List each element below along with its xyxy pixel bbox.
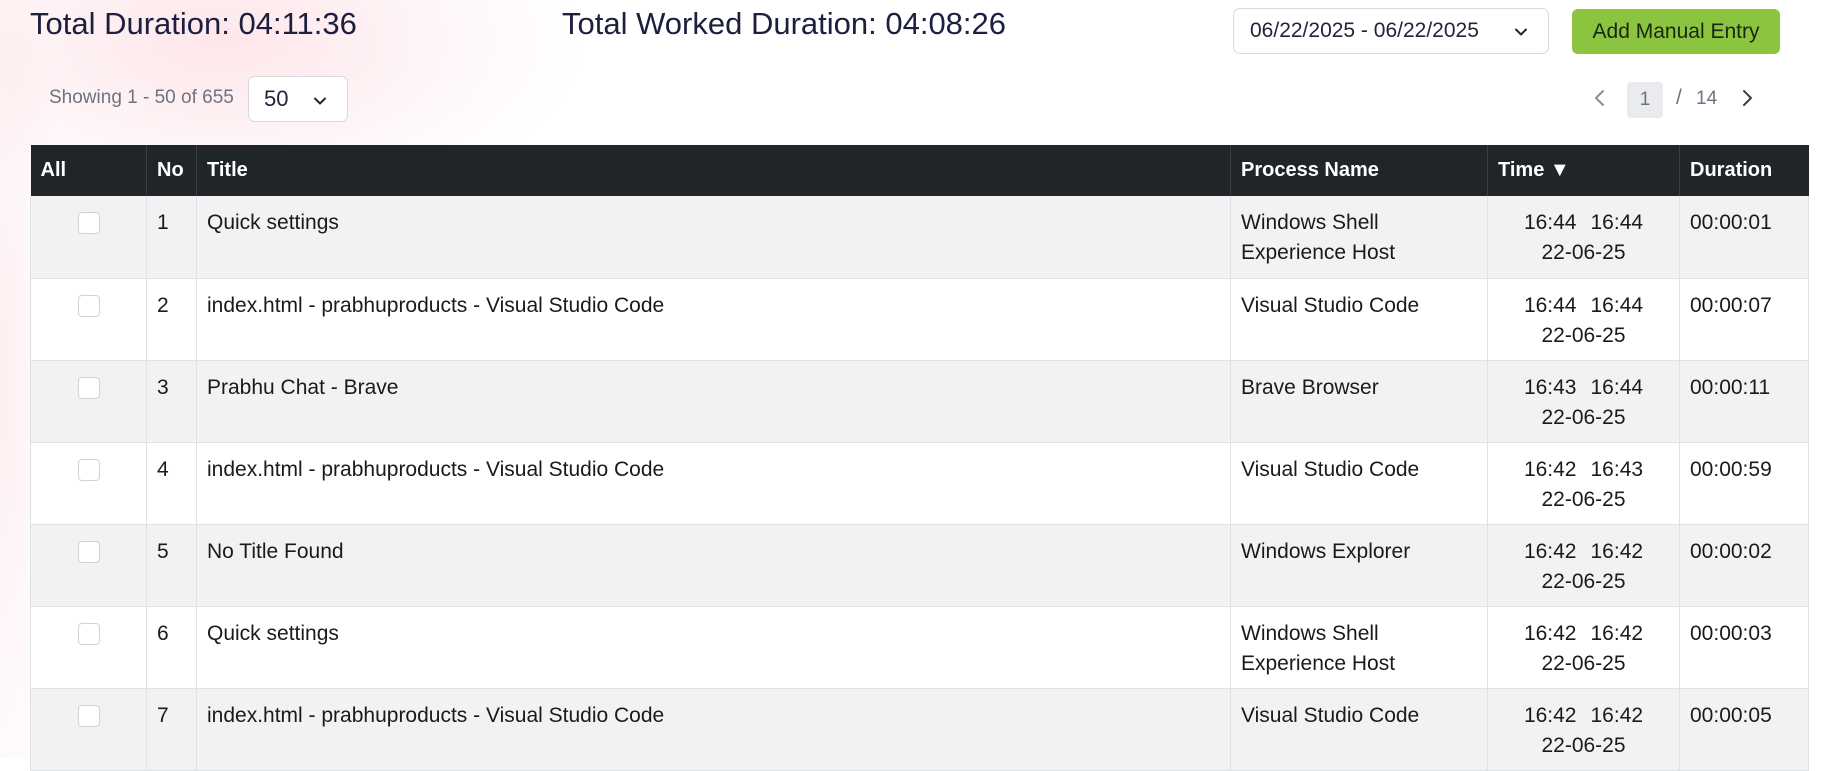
row-start-time: 16:42 (1523, 621, 1577, 645)
column-header-title: Title (196, 145, 1231, 196)
total-worked-duration: Total Worked Duration: 04:08:26 (562, 6, 1007, 41)
row-select-cell (30, 524, 147, 607)
row-duration: 00:00:11 (1679, 360, 1809, 443)
row-process-name: Brave Browser (1230, 360, 1488, 443)
row-duration: 00:00:03 (1679, 606, 1809, 689)
table-row: 5 No Title Found Windows Explorer 16:42 1… (30, 524, 1809, 607)
row-number: 6 (146, 606, 197, 689)
row-date: 22-06-25 (1541, 569, 1626, 593)
row-title: Quick settings (196, 196, 1231, 279)
row-title: No Title Found (196, 524, 1231, 607)
row-date: 22-06-25 (1541, 733, 1626, 757)
row-time: 16:44 16:44 22-06-25 (1487, 196, 1680, 279)
activity-log-table: All No Title Process Name Time ▼ Duratio… (30, 145, 1809, 771)
row-date: 22-06-25 (1541, 241, 1626, 264)
row-select-cell (30, 442, 147, 525)
row-process-name: Windows Explorer (1230, 524, 1488, 607)
row-number: 2 (146, 278, 197, 361)
row-process-name: Windows Shell Experience Host (1230, 606, 1488, 689)
row-number: 1 (146, 196, 197, 279)
row-checkbox[interactable] (77, 294, 100, 317)
row-checkbox[interactable] (77, 376, 100, 399)
row-number: 3 (146, 360, 197, 443)
row-end-time: 16:44 (1590, 375, 1644, 399)
showing-range-text: Showing 1 - 50 of 655 (49, 87, 234, 108)
add-manual-entry-button[interactable]: Add Manual Entry (1572, 9, 1780, 54)
row-end-time: 16:42 (1590, 621, 1644, 645)
table-row: 3 Prabhu Chat - Brave Brave Browser 16:4… (30, 360, 1809, 443)
row-date: 22-06-25 (1541, 651, 1626, 675)
row-time: 16:43 16:44 22-06-25 (1487, 360, 1680, 443)
total-duration: Total Duration: 04:11:36 (30, 6, 357, 41)
row-select-cell (30, 606, 147, 689)
column-header-no: No (146, 145, 197, 196)
column-header-all[interactable]: All (30, 145, 147, 196)
row-duration: 00:00:59 (1679, 442, 1809, 525)
page-size-value: 50 (264, 86, 289, 111)
table-header-row: All No Title Process Name Time ▼ Duratio… (30, 145, 1809, 196)
row-title: index.html - prabhuproducts - Visual Stu… (196, 442, 1231, 525)
table-row: 6 Quick settings Windows Shell Experienc… (30, 606, 1809, 689)
current-page-indicator[interactable]: 1 (1627, 82, 1663, 118)
chevron-left-icon[interactable] (1588, 86, 1612, 110)
row-duration: 00:00:01 (1679, 196, 1809, 279)
row-title: Prabhu Chat - Brave (196, 360, 1231, 443)
page-separator: / (1676, 86, 1682, 109)
row-end-time: 16:44 (1590, 211, 1644, 234)
row-process-name: Visual Studio Code (1230, 278, 1488, 361)
row-start-time: 16:42 (1523, 703, 1577, 727)
row-date: 22-06-25 (1541, 405, 1626, 429)
row-start-time: 16:44 (1523, 293, 1577, 317)
table-row: 2 index.html - prabhuproducts - Visual S… (30, 278, 1809, 361)
row-process-name: Visual Studio Code (1230, 442, 1488, 525)
page-size-select[interactable]: 50 (248, 76, 348, 122)
total-pages: 14 (1696, 88, 1718, 109)
row-checkbox[interactable] (77, 704, 100, 727)
chevron-down-icon (1515, 28, 1527, 36)
summary-toolbar: Total Duration: 04:11:36 Total Worked Du… (0, 0, 1822, 122)
chevron-right-icon[interactable] (1735, 86, 1759, 110)
row-select-cell (30, 278, 147, 361)
row-start-time: 16:43 (1523, 375, 1577, 399)
row-end-time: 16:42 (1590, 703, 1644, 727)
row-number: 4 (146, 442, 197, 525)
row-duration: 00:00:07 (1679, 278, 1809, 361)
row-date: 22-06-25 (1541, 323, 1626, 347)
chevron-down-icon (314, 97, 326, 105)
row-select-cell (30, 196, 147, 279)
column-header-time[interactable]: Time ▼ (1487, 145, 1680, 196)
row-title: index.html - prabhuproducts - Visual Stu… (196, 278, 1231, 361)
row-start-time: 16:42 (1523, 457, 1577, 481)
row-time: 16:44 16:44 22-06-25 (1487, 278, 1680, 361)
row-checkbox[interactable] (77, 622, 100, 645)
row-time: 16:42 16:42 22-06-25 (1487, 524, 1680, 607)
row-start-time: 16:42 (1523, 539, 1577, 563)
row-title: Quick settings (196, 606, 1231, 689)
row-process-name: Windows Shell Experience Host (1230, 196, 1488, 279)
row-checkbox[interactable] (77, 540, 100, 563)
row-date: 22-06-25 (1541, 487, 1626, 511)
row-start-time: 16:44 (1523, 211, 1577, 234)
column-header-process-name: Process Name (1230, 145, 1488, 196)
row-select-cell (30, 360, 147, 443)
row-time: 16:42 16:43 22-06-25 (1487, 442, 1680, 525)
date-range-picker[interactable]: 06/22/2025 - 06/22/2025 (1233, 8, 1549, 54)
row-end-time: 16:42 (1590, 539, 1644, 563)
column-header-duration: Duration (1690, 159, 1773, 181)
row-end-time: 16:43 (1590, 457, 1644, 481)
row-checkbox[interactable] (77, 212, 100, 234)
row-time: 16:42 16:42 22-06-25 (1487, 606, 1680, 689)
row-number: 5 (146, 524, 197, 607)
row-checkbox[interactable] (77, 458, 100, 481)
table-row: 4 index.html - prabhuproducts - Visual S… (30, 442, 1809, 525)
row-end-time: 16:44 (1590, 293, 1644, 317)
row-duration: 00:00:02 (1679, 524, 1809, 607)
table-row: 1 Quick settings Windows Shell Experienc… (30, 196, 1809, 279)
date-range-value: 06/22/2025 - 06/22/2025 (1250, 19, 1479, 42)
